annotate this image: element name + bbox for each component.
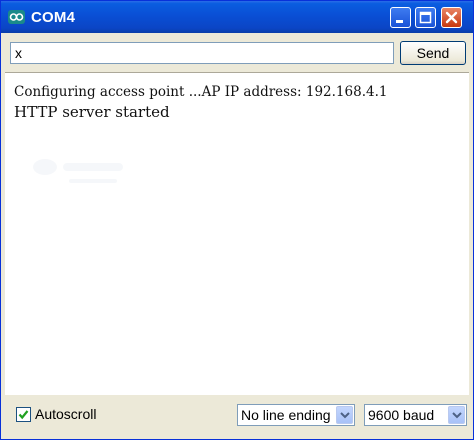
close-icon [445, 11, 458, 24]
serial-send-input[interactable] [10, 42, 394, 64]
checkmark-icon [18, 410, 29, 420]
baud-rate-select[interactable]: 9600 baud [364, 404, 467, 426]
watermark-graphic [33, 159, 123, 183]
window-title: COM4 [31, 9, 76, 26]
title-bar[interactable]: COM4 [1, 1, 473, 33]
serial-output-area[interactable]: Configuring access point ...AP IP addres… [5, 72, 469, 395]
maximize-button[interactable] [415, 7, 436, 28]
serial-monitor-window: COM4 Send Configuring access point ...AP… [0, 0, 474, 440]
arduino-icon [8, 10, 25, 24]
output-line: HTTP server started [14, 103, 170, 121]
chevron-down-icon [340, 412, 350, 419]
baud-rate-value: 9600 baud [368, 407, 435, 423]
status-bar: Autoscroll No line ending 9600 baud [5, 395, 469, 437]
autoscroll-label: Autoscroll [35, 406, 97, 422]
line-ending-value: No line ending [241, 407, 331, 423]
output-line: Configuring access point ...AP IP addres… [14, 84, 388, 100]
send-toolbar: Send [5, 34, 469, 72]
minimize-button[interactable] [390, 7, 411, 28]
line-ending-select[interactable]: No line ending [237, 404, 355, 426]
line-ending-dropdown-button[interactable] [336, 406, 353, 424]
close-button[interactable] [441, 7, 462, 28]
baud-rate-dropdown-button[interactable] [448, 406, 465, 424]
minimize-icon [396, 20, 403, 23]
send-button[interactable]: Send [400, 41, 466, 65]
chevron-down-icon [452, 412, 462, 419]
autoscroll-checkbox[interactable] [16, 407, 31, 422]
maximize-icon [419, 11, 432, 24]
